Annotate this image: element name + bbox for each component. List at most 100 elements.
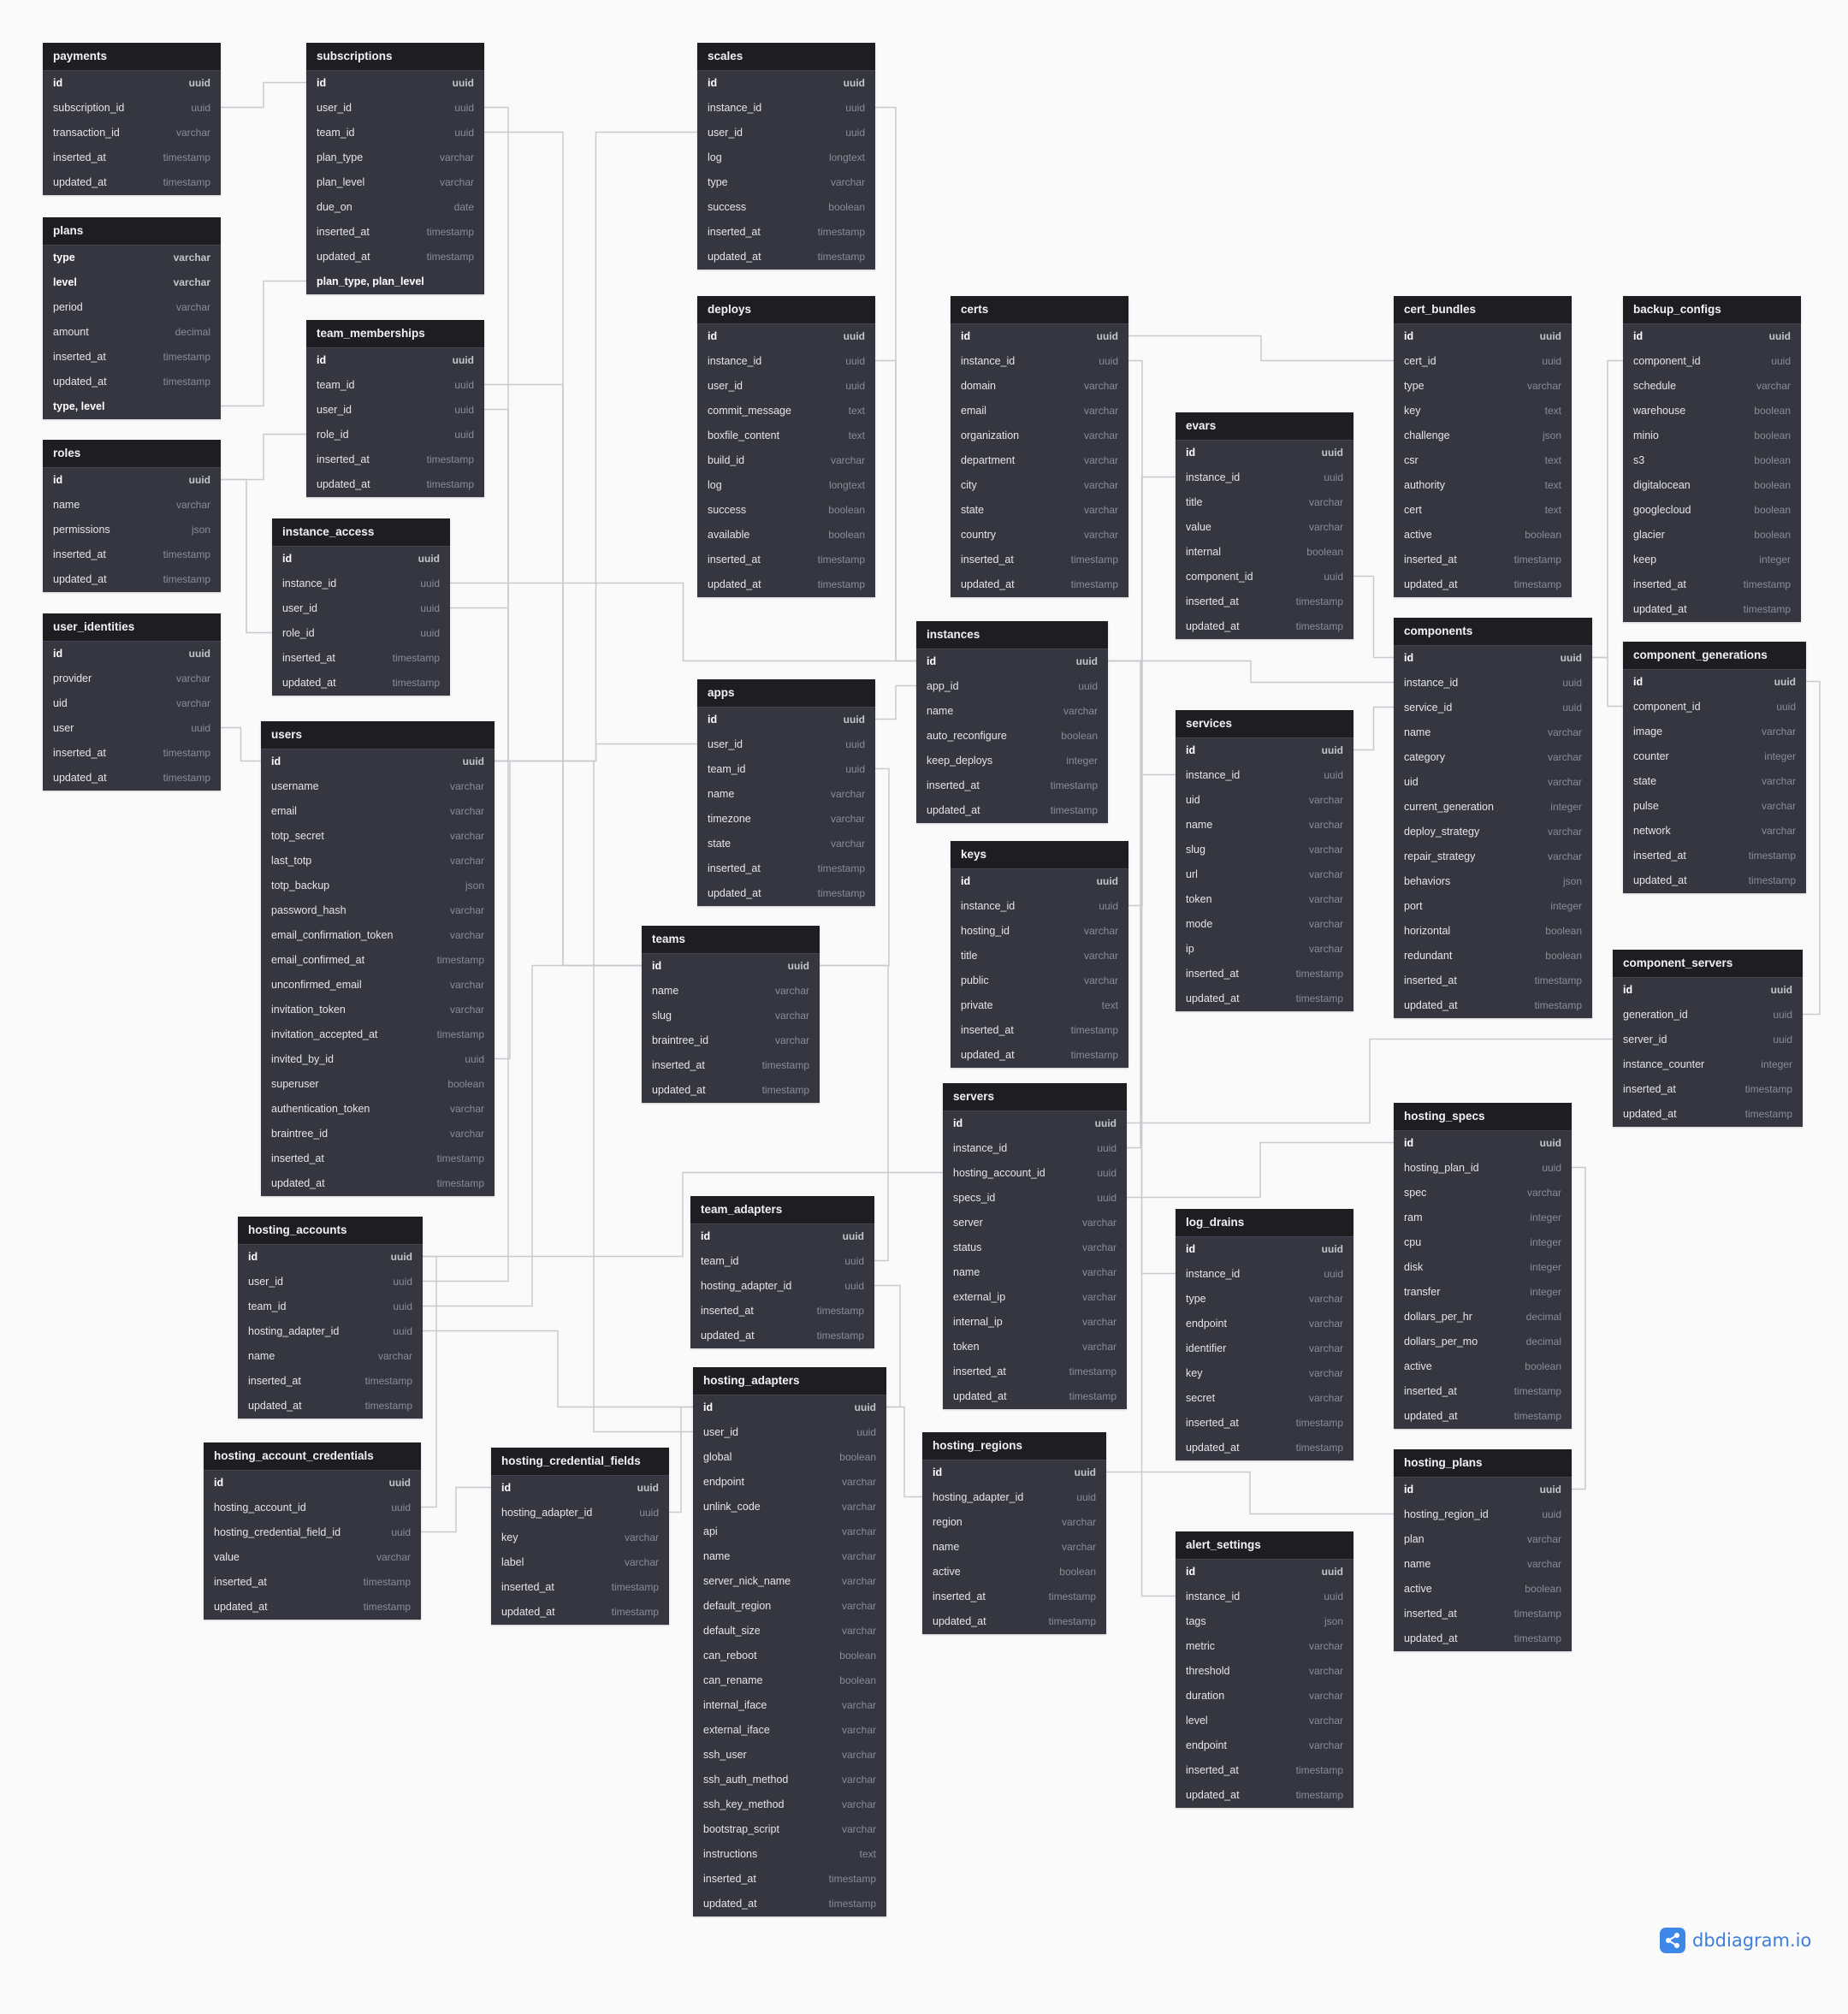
table-field-row[interactable]: totp_backup json [261,874,495,898]
table-team-adapters[interactable]: team_adapters id uuid team_id uuid hosting_ad… [690,1196,874,1348]
table-field-row[interactable]: user_id uuid [306,398,484,423]
table-field-row[interactable]: endpoint varchar [1176,1733,1353,1758]
table-field-row[interactable]: updated_at timestamp [43,170,221,195]
table-field-row[interactable]: keep integer [1623,548,1801,572]
table-scales[interactable]: scales id uuid instance_id uuid user_id uuid lo… [697,43,875,270]
table-field-row[interactable]: instance_id uuid [951,894,1128,919]
table-field-row[interactable]: inserted_at timestamp [642,1053,820,1078]
table-header[interactable]: services [1176,710,1353,738]
table-field-row[interactable]: threshold varchar [1176,1659,1353,1684]
table-field-row[interactable]: name varchar [697,782,875,807]
table-deploys[interactable]: deploys id uuid instance_id uuid user_id uuid c… [697,296,875,597]
table-field-row[interactable]: user uuid [43,716,221,741]
table-field-row[interactable]: unlink_code varchar [693,1495,886,1519]
table-field-row[interactable]: id uuid [916,649,1108,674]
table-field-row[interactable]: updated_at timestamp [261,1171,495,1196]
table-header[interactable]: alert_settings [1176,1531,1353,1560]
table-header[interactable]: hosting_plans [1394,1449,1572,1478]
table-index-row[interactable]: plan_type, plan_level [306,270,484,294]
table-header[interactable]: apps [697,679,875,708]
table-field-row[interactable]: uid varchar [43,691,221,716]
table-field-row[interactable]: invitation_token varchar [261,998,495,1022]
table-header[interactable]: teams [642,926,820,954]
table-field-row[interactable]: key varchar [491,1525,669,1550]
table-field-row[interactable]: url varchar [1176,862,1353,887]
table-hosting-plans[interactable]: hosting_plans id uuid hosting_region_id uuid… [1394,1449,1572,1651]
table-field-row[interactable]: name varchar [238,1344,423,1369]
table-log-drains[interactable]: log_drains id uuid instance_id uuid type varch… [1176,1209,1353,1460]
table-field-row[interactable]: id uuid [1394,1478,1572,1502]
table-field-row[interactable]: id uuid [943,1111,1127,1136]
table-field-row[interactable]: due_on date [306,195,484,220]
table-field-row[interactable]: hosting_adapter_id uuid [922,1485,1106,1510]
table-field-row[interactable]: region varchar [922,1510,1106,1535]
table-field-row[interactable]: log longtext [697,145,875,170]
table-field-row[interactable]: type varchar [1394,374,1572,399]
table-field-row[interactable]: instance_id uuid [943,1136,1127,1161]
table-field-row[interactable]: csr text [1394,448,1572,473]
table-field-row[interactable]: inserted_at timestamp [204,1570,421,1595]
table-field-row[interactable]: totp_secret varchar [261,824,495,849]
table-header[interactable]: plans [43,217,221,246]
table-field-row[interactable]: global boolean [693,1445,886,1470]
table-header[interactable]: components [1394,618,1592,646]
table-field-row[interactable]: name varchar [43,493,221,518]
table-field-row[interactable]: updated_at timestamp [943,1384,1127,1409]
table-field-row[interactable]: public varchar [951,968,1128,993]
table-field-row[interactable]: instance_id uuid [272,572,450,596]
table-header[interactable]: team_memberships [306,320,484,348]
table-field-row[interactable]: updated_at timestamp [1176,986,1353,1011]
table-field-row[interactable]: instance_counter integer [1613,1052,1803,1077]
table-hosting-regions[interactable]: hosting_regions id uuid hosting_adapter_id u… [922,1432,1106,1634]
table-field-row[interactable]: inserted_at timestamp [922,1585,1106,1609]
table-field-row[interactable]: last_totp varchar [261,849,495,874]
table-field-row[interactable]: updated_at timestamp [1176,1783,1353,1808]
table-field-row[interactable]: updated_at timestamp [951,572,1128,597]
table-field-row[interactable]: provider varchar [43,666,221,691]
table-field-row[interactable]: level varchar [43,270,221,295]
table-field-row[interactable]: updated_at timestamp [1623,597,1801,622]
table-field-row[interactable]: team_id uuid [306,121,484,145]
table-field-row[interactable]: updated_at timestamp [1176,614,1353,639]
table-field-row[interactable]: inserted_at timestamp [43,542,221,567]
table-field-row[interactable]: email_confirmed_at timestamp [261,948,495,973]
table-field-row[interactable]: pulse varchar [1623,794,1806,819]
table-field-row[interactable]: image varchar [1623,720,1806,744]
table-field-row[interactable]: id uuid [922,1460,1106,1485]
table-field-row[interactable]: id uuid [951,869,1128,894]
table-field-row[interactable]: id uuid [693,1395,886,1420]
table-field-row[interactable]: updated_at timestamp [1394,1626,1572,1651]
table-header[interactable]: user_identities [43,613,221,642]
table-field-row[interactable]: cpu integer [1394,1230,1572,1255]
table-field-row[interactable]: username varchar [261,774,495,799]
table-header[interactable]: deploys [697,296,875,324]
table-field-row[interactable]: private text [951,993,1128,1018]
table-certs[interactable]: certs id uuid instance_id uuid domain varchar e… [951,296,1128,597]
table-field-row[interactable]: id uuid [238,1245,423,1270]
table-field-row[interactable]: city varchar [951,473,1128,498]
table-field-row[interactable]: mode varchar [1176,912,1353,937]
table-field-row[interactable]: internal_iface varchar [693,1693,886,1718]
table-plans[interactable]: plans type varchar level varchar period varcha… [43,217,221,419]
table-field-row[interactable]: id uuid [951,324,1128,349]
table-field-row[interactable]: id uuid [1176,1237,1353,1262]
table-field-row[interactable]: timezone varchar [697,807,875,832]
table-field-row[interactable]: updated_at timestamp [1394,993,1592,1018]
table-field-row[interactable]: braintree_id varchar [261,1122,495,1146]
table-header[interactable]: users [261,721,495,749]
table-field-row[interactable]: authority text [1394,473,1572,498]
table-field-row[interactable]: id uuid [642,954,820,979]
table-header[interactable]: hosting_credential_fields [491,1448,669,1476]
table-field-row[interactable]: id uuid [43,71,221,96]
table-field-row[interactable]: amount decimal [43,320,221,345]
table-field-row[interactable]: instance_id uuid [1394,671,1592,696]
table-field-row[interactable]: boxfile_content text [697,424,875,448]
table-hosting-specs[interactable]: hosting_specs id uuid hosting_plan_id uuid sp… [1394,1103,1572,1429]
table-field-row[interactable]: inserted_at timestamp [697,548,875,572]
table-servers[interactable]: servers id uuid instance_id uuid hosting_acco… [943,1083,1127,1409]
table-field-row[interactable]: external_ip varchar [943,1285,1127,1310]
table-field-row[interactable]: transaction_id varchar [43,121,221,145]
table-field-row[interactable]: user_id uuid [693,1420,886,1445]
table-field-row[interactable]: name varchar [1394,1552,1572,1577]
table-field-row[interactable]: user_id uuid [272,596,450,621]
